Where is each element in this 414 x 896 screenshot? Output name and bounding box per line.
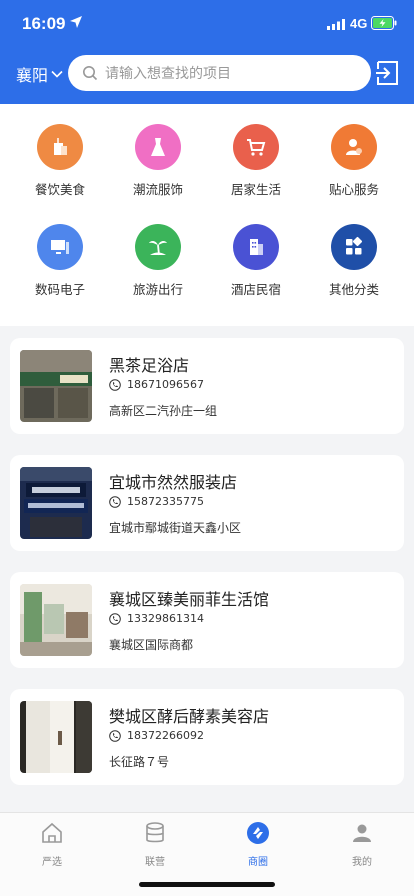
category-item[interactable]: 旅游出行 xyxy=(118,224,198,298)
category-label: 旅游出行 xyxy=(132,282,183,297)
shop-card[interactable]: 樊城区酵后酵素美容店 18372266092 长征路７号 xyxy=(10,689,404,785)
hotel-icon xyxy=(250,239,263,255)
category-grid: 餐饮美食 潮流服饰 居家生活 贴心服务 数码电子 旅游出行 酒店民宿 其他分类 xyxy=(0,104,414,326)
chevron-down-icon xyxy=(51,70,63,78)
computer-icon xyxy=(51,240,69,254)
grid-icon xyxy=(346,236,363,255)
home-indicator xyxy=(139,882,275,887)
shop-address: 襄城区国际商都 xyxy=(109,638,194,652)
shop-address: 宜城市鄢城街道天鑫小区 xyxy=(109,521,242,535)
category-label: 酒店民宿 xyxy=(230,282,281,297)
shop-phone-row[interactable]: 18671096567 xyxy=(109,378,204,391)
phone-icon xyxy=(109,612,121,625)
shop-address: 高新区二汽孙庄一组 xyxy=(109,404,218,418)
category-label: 其他分类 xyxy=(328,282,379,297)
location-arrow-icon xyxy=(70,16,82,28)
user-icon xyxy=(353,824,371,842)
top-header: 16:09 4G 襄阳 请输入想查找的项目 xyxy=(0,0,414,104)
network-type: 4G xyxy=(350,16,368,31)
shop-card[interactable]: 宜城市然然服装店 15872335775 宜城市鄢城街道天鑫小区 xyxy=(10,455,404,551)
tab-label: 我的 xyxy=(352,857,372,868)
shop-phone: 18671096567 xyxy=(127,378,204,391)
home-icon xyxy=(42,822,62,843)
search-icon xyxy=(83,66,98,81)
shop-phone-row[interactable]: 15872335775 xyxy=(109,495,204,508)
category-label: 潮流服饰 xyxy=(132,182,183,197)
shop-phone: 18372266092 xyxy=(127,729,204,742)
shop-phone: 15872335775 xyxy=(127,495,204,508)
shop-photo xyxy=(20,467,92,539)
shop-photo xyxy=(20,701,92,773)
category-label: 餐饮美食 xyxy=(34,182,85,197)
category-item[interactable]: 居家生活 xyxy=(216,124,296,198)
tab-yanxuan[interactable]: 严选 xyxy=(17,821,87,868)
shop-circle-icon xyxy=(247,822,269,844)
shop-card[interactable]: 襄城区臻美丽菲生活馆 13329861314 襄城区国际商都 xyxy=(10,572,404,668)
search-placeholder: 请输入想查找的项目 xyxy=(105,66,231,82)
category-label: 贴心服务 xyxy=(328,182,379,197)
shop-phone: 13329861314 xyxy=(127,612,204,625)
category-item[interactable]: 贴心服务 xyxy=(314,124,394,198)
category-label: 居家生活 xyxy=(230,182,281,197)
city-selector[interactable]: 襄阳 xyxy=(16,62,63,86)
phone-icon xyxy=(109,378,121,391)
shop-photo xyxy=(20,584,92,656)
shop-photo xyxy=(20,350,92,422)
shop-address: 长征路７号 xyxy=(109,755,170,769)
beach-icon xyxy=(149,241,167,256)
category-item[interactable]: 潮流服饰 xyxy=(118,124,198,198)
cart-icon xyxy=(247,139,266,156)
phone-icon xyxy=(109,495,121,508)
shop-name: 襄城区臻美丽菲生活馆 xyxy=(109,590,270,609)
shop-name: 黑茶足浴店 xyxy=(109,356,190,375)
shop-name: 樊城区酵后酵素美容店 xyxy=(109,707,270,726)
tab-label: 严选 xyxy=(42,857,62,868)
category-item[interactable]: 餐饮美食 xyxy=(20,124,100,198)
signal-icon xyxy=(327,19,345,30)
tab-shangquan[interactable]: 商圈 xyxy=(223,821,293,868)
status-time: 16:09 xyxy=(22,14,66,33)
shop-phone-row[interactable]: 13329861314 xyxy=(109,612,204,625)
search-bar[interactable]: 请输入想查找的项目 xyxy=(68,55,371,91)
tab-label: 联营 xyxy=(145,857,165,868)
shop-name: 宜城市然然服装店 xyxy=(109,473,238,492)
logout-icon[interactable] xyxy=(375,60,401,86)
tab-lianying[interactable]: 联营 xyxy=(120,821,190,868)
category-label: 数码电子 xyxy=(34,282,85,297)
dress-icon xyxy=(151,138,165,156)
shop-phone-row[interactable]: 18372266092 xyxy=(109,729,204,742)
category-item[interactable]: 酒店民宿 xyxy=(216,224,296,298)
tab-label: 商圈 xyxy=(248,857,268,868)
battery-icon xyxy=(371,16,397,30)
shop-card[interactable]: 黑茶足浴店 18671096567 高新区二汽孙庄一组 xyxy=(10,338,404,434)
status-bar: 16:09 4G xyxy=(0,0,414,48)
city-name: 襄阳 xyxy=(16,66,49,85)
category-item[interactable]: 其他分类 xyxy=(314,224,394,298)
database-icon xyxy=(146,822,164,843)
service-icon xyxy=(346,139,362,155)
category-item[interactable]: 数码电子 xyxy=(20,224,100,298)
food-icon xyxy=(54,138,67,155)
tab-wode[interactable]: 我的 xyxy=(327,821,397,868)
phone-icon xyxy=(109,729,121,742)
